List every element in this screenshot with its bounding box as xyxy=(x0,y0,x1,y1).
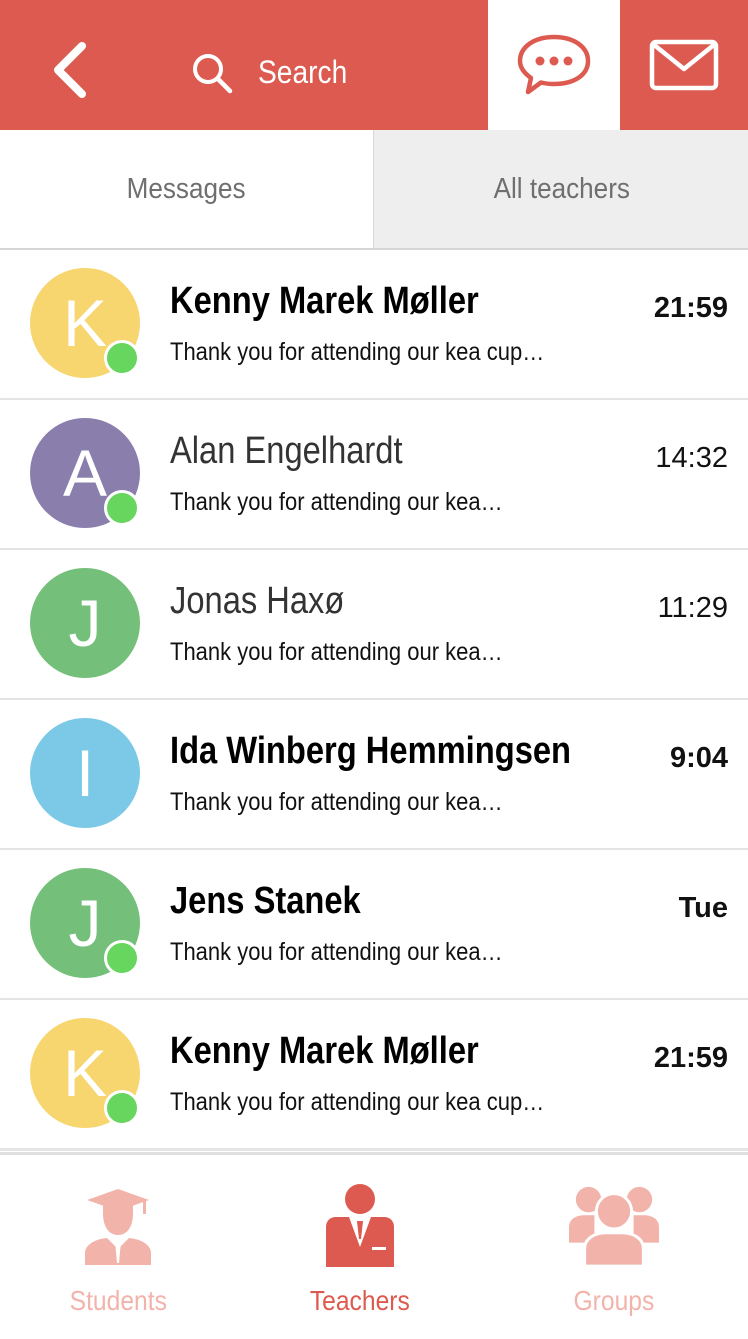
tab-bar: Messages All teachers xyxy=(0,130,748,250)
message-time: 21:59 xyxy=(653,1042,728,1074)
group-icon xyxy=(569,1186,659,1267)
bottom-nav: Students Teachers Groups xyxy=(0,1152,748,1336)
conversation-row[interactable]: J Jens Stanek Thank you for attending ou… xyxy=(0,850,748,1001)
avatar: J xyxy=(30,568,140,678)
contact-name: Kenny Marek Møller xyxy=(170,1030,479,1072)
message-preview: Thank you for attending our kea cup… xyxy=(170,338,545,366)
contact-name: Alan Engelhardt xyxy=(170,430,403,472)
nav-students-label: Students xyxy=(69,1285,167,1316)
contact-name: Jonas Haxø xyxy=(170,580,345,622)
message-time: 9:04 xyxy=(669,742,728,774)
mail-button[interactable] xyxy=(620,0,748,130)
avatar: I xyxy=(30,718,140,828)
graduate-icon xyxy=(85,1189,151,1265)
message-preview: Thank you for attending our kea… xyxy=(170,638,503,666)
chat-bubble-icon xyxy=(517,34,591,95)
teacher-icon xyxy=(326,1184,394,1267)
online-status-dot xyxy=(104,490,140,526)
tab-messages-label: Messages xyxy=(126,172,246,205)
search-icon xyxy=(193,53,233,93)
message-time: Tue xyxy=(678,892,728,924)
message-time: 11:29 xyxy=(657,592,728,624)
online-status-dot xyxy=(104,1090,140,1126)
conversation-row[interactable]: K Kenny Marek Møller Thank you for atten… xyxy=(0,1000,748,1151)
top-bar: Search xyxy=(0,0,748,130)
back-button[interactable] xyxy=(40,35,100,105)
message-preview: Thank you for attending our kea… xyxy=(170,938,503,966)
nav-students[interactable]: Students xyxy=(58,1155,178,1339)
conversation-row[interactable]: A Alan Engelhardt Thank you for attendin… xyxy=(0,400,748,551)
search-label: Search xyxy=(258,54,348,90)
tab-messages[interactable]: Messages xyxy=(0,130,372,248)
message-preview: Thank you for attending our kea… xyxy=(170,488,503,516)
nav-groups[interactable]: Groups xyxy=(554,1155,674,1339)
message-time: 14:32 xyxy=(655,442,728,474)
contact-name: Kenny Marek Møller xyxy=(170,280,479,322)
contact-name: Jens Stanek xyxy=(170,880,361,922)
envelope-icon xyxy=(649,39,719,91)
message-preview: Thank you for attending our kea cup… xyxy=(170,1088,545,1116)
tab-all-teachers-label: All teachers xyxy=(493,172,630,205)
nav-teachers-label: Teachers xyxy=(310,1285,410,1316)
conversation-row[interactable]: K Kenny Marek Møller Thank you for atten… xyxy=(0,250,748,401)
message-time: 21:59 xyxy=(653,292,728,324)
tab-all-teachers[interactable]: All teachers xyxy=(373,130,748,248)
contact-name: Ida Winberg Hemmingsen xyxy=(170,730,572,772)
online-status-dot xyxy=(104,340,140,376)
nav-groups-label: Groups xyxy=(573,1285,655,1316)
chat-button[interactable] xyxy=(488,0,620,130)
search-button[interactable]: Search xyxy=(190,35,470,110)
conversation-row[interactable]: I Ida Winberg Hemmingsen Thank you for a… xyxy=(0,700,748,851)
nav-teachers[interactable]: Teachers xyxy=(300,1155,420,1339)
message-preview: Thank you for attending our kea… xyxy=(170,788,503,816)
chevron-left-icon xyxy=(54,42,86,98)
conversation-row[interactable]: J Jonas Haxø Thank you for attending our… xyxy=(0,550,748,701)
online-status-dot xyxy=(104,940,140,976)
